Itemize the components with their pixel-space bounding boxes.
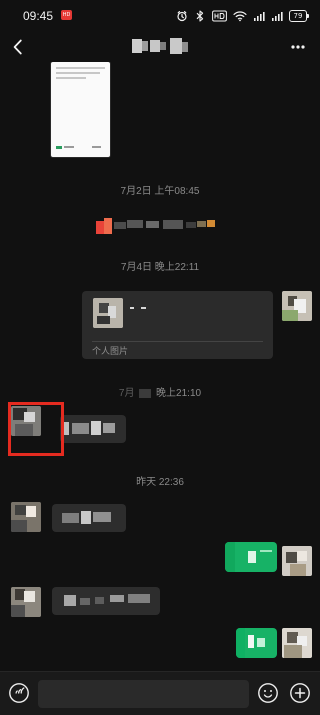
message-list[interactable]: 7月2日 上午08:45 7月4日 晚上22:11 个人图片 7月 晚上21:1… <box>0 62 320 671</box>
system-status-icons: 79 <box>176 8 309 24</box>
plus-button[interactable] <box>289 682 311 704</box>
more-dots-icon <box>291 45 305 49</box>
document-toolbar <box>56 144 105 151</box>
wifi-icon <box>233 10 247 22</box>
alarm-icon <box>176 10 188 22</box>
redacted-chat-title <box>132 38 188 56</box>
outgoing-avatar[interactable] <box>282 291 312 321</box>
signal-1-icon <box>253 10 265 22</box>
outgoing-avatar-2[interactable] <box>282 546 312 576</box>
chat-title <box>132 38 188 56</box>
timestamp-1: 7月2日 上午08:45 <box>120 186 200 197</box>
notification-badge-icon: HD <box>61 10 72 20</box>
outgoing-message-1[interactable] <box>225 542 277 572</box>
voice-button[interactable] <box>8 682 30 704</box>
incoming-message-1[interactable] <box>60 415 126 443</box>
battery-icon: 79 <box>289 10 309 22</box>
signal-2-icon <box>271 10 283 22</box>
plus-icon <box>290 683 310 703</box>
timestamp-2: 7月4日 晚上22:11 <box>120 262 200 273</box>
status-time: 09:45 <box>23 9 54 23</box>
chevron-left-icon <box>13 39 22 55</box>
redacted-message-strip <box>96 218 221 234</box>
shared-link-card[interactable]: 个人图片 <box>82 291 273 359</box>
battery-level: 79 <box>293 12 303 20</box>
incoming-avatar-3[interactable] <box>11 587 41 617</box>
status-bar: 09:45 HD 79 <box>0 0 320 32</box>
timestamp-prefix: 7月 <box>118 388 135 399</box>
timestamp-3: 7月 晚上21:10 <box>0 384 320 399</box>
timestamp-4: 昨天 22:36 <box>136 477 184 488</box>
highlighted-avatar-box <box>8 402 64 456</box>
battery-cap <box>307 14 309 18</box>
incoming-message-3[interactable] <box>52 587 160 615</box>
bluetooth-vibrate-icon <box>194 10 206 22</box>
document-preview[interactable] <box>51 62 110 157</box>
incoming-message-2[interactable] <box>52 504 126 532</box>
more-button[interactable] <box>290 38 306 56</box>
chat-screen: 09:45 HD 79 7月2日 上午08:45 7月4日 晚上22:11 个人… <box>0 0 320 715</box>
card-title <box>130 302 146 312</box>
back-button[interactable] <box>7 36 29 58</box>
outgoing-avatar-3[interactable] <box>282 628 312 658</box>
message-input[interactable] <box>38 680 249 708</box>
card-divider <box>92 341 263 342</box>
timestamp-mask <box>139 388 152 398</box>
card-source: 个人图片 <box>92 346 129 356</box>
card-thumbnail <box>93 298 123 328</box>
emoji-button[interactable] <box>257 682 279 704</box>
emoji-icon <box>258 683 278 703</box>
message-input-bar <box>0 671 320 715</box>
timestamp-text: 晚上21:10 <box>156 388 202 399</box>
incoming-avatar-2[interactable] <box>11 502 41 532</box>
hd-icon <box>212 10 227 22</box>
voice-icon <box>9 683 29 703</box>
outgoing-message-2[interactable] <box>236 628 277 658</box>
chat-header <box>0 32 320 62</box>
